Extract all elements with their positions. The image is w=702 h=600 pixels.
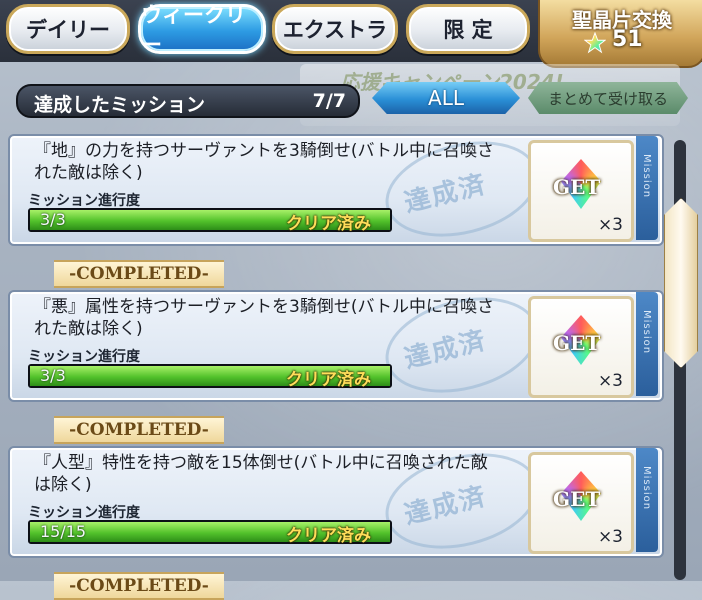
reward-box[interactable]: GET ×3 xyxy=(528,140,634,242)
clear-status: クリア済み xyxy=(286,214,371,234)
achieved-label: 達成したミッション xyxy=(34,94,206,116)
progress-value: 3/3 xyxy=(40,210,66,229)
achieved-count: 7/7 xyxy=(312,90,346,112)
quartz-fragment-exchange-button[interactable]: 聖晶片交換 51 xyxy=(538,0,702,68)
progress-value: 3/3 xyxy=(40,366,66,385)
reward-get-label: GET xyxy=(553,331,601,355)
tab-weekly[interactable]: ウィークリー xyxy=(138,3,266,57)
reward-quantity: ×3 xyxy=(597,527,623,547)
quartz-fragment-count: 51 xyxy=(612,27,643,52)
tab-limited[interactable]: 限 定 xyxy=(406,4,530,54)
clear-status: クリア済み xyxy=(286,370,371,390)
filter-all-button[interactable]: ALL xyxy=(372,82,520,114)
reward-quantity: ×3 xyxy=(597,371,623,391)
reward-box[interactable]: GET ×3 xyxy=(528,452,634,554)
completed-ribbon: -COMPLETED- xyxy=(54,416,224,444)
reward-get-label: GET xyxy=(553,175,601,199)
mission-description: 『悪』属性を持つサーヴァントを3騎倒せ(バトル中に召喚された敵は除く) xyxy=(34,297,494,339)
mission-card[interactable]: 達成済 『悪』属性を持つサーヴァントを3騎倒せ(バトル中に召喚された敵は除く) … xyxy=(8,282,664,408)
mission-side-tab: Mission xyxy=(636,292,658,396)
progress-label: ミッション進行度 xyxy=(28,505,140,521)
scrollbar-thumb[interactable] xyxy=(664,198,698,368)
mission-side-tab: Mission xyxy=(636,136,658,240)
mission-card[interactable]: 達成済 『人型』特性を持つ敵を15体倒せ(バトル中に召喚された敵は除く) ミッシ… xyxy=(8,438,664,564)
progress-label: ミッション進行度 xyxy=(28,349,140,365)
mission-description: 『人型』特性を持つ敵を15体倒せ(バトル中に召喚された敵は除く) xyxy=(34,453,488,495)
mission-card[interactable]: 達成済 『地』の力を持つサーヴァントを3騎倒せ(バトル中に召喚された敵は除く) … xyxy=(8,126,664,252)
mission-side-tab: Mission xyxy=(636,448,658,552)
completed-ribbon: -COMPLETED- xyxy=(54,572,224,600)
tab-daily[interactable]: デイリー xyxy=(6,4,130,54)
mission-description: 『地』の力を持つサーヴァントを3騎倒せ(バトル中に召喚された敵は除く) xyxy=(34,141,494,183)
rainbow-star-icon xyxy=(584,32,606,54)
claim-all-button[interactable]: まとめて受け取る xyxy=(528,82,688,114)
reward-box[interactable]: GET ×3 xyxy=(528,296,634,398)
progress-value: 15/15 xyxy=(40,522,87,541)
achieved-missions-summary: 達成したミッション 7/7 xyxy=(16,84,360,118)
completed-ribbon: -COMPLETED- xyxy=(54,260,224,288)
reward-quantity: ×3 xyxy=(597,215,623,235)
mission-tab-bar: デイリー ウィークリー エクストラ 限 定 聖晶片交換 51 xyxy=(0,0,702,68)
progress-label: ミッション進行度 xyxy=(28,193,140,209)
clear-status: クリア済み xyxy=(286,526,371,546)
reward-get-label: GET xyxy=(553,487,601,511)
tab-extra[interactable]: エクストラ xyxy=(272,4,398,54)
